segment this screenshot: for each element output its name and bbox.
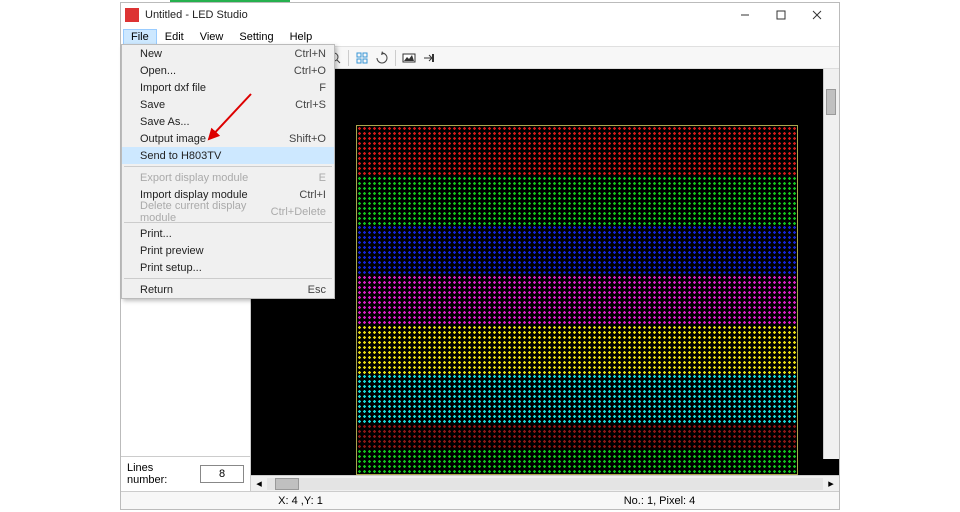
lines-number-box: Lines number: [121,456,250,491]
led-band [357,325,797,350]
maximize-button[interactable] [763,5,799,25]
hscroll-right-arrow[interactable]: ▸ [823,477,839,491]
tool-rotate-icon[interactable] [373,49,391,67]
menu-item-export-display-module: Export display moduleE [122,169,334,186]
led-canvas[interactable] [251,69,839,475]
led-band [357,250,797,275]
menu-item-label: Print... [140,228,326,240]
menu-separator [124,166,332,167]
led-band [357,225,797,250]
menu-item-shortcut: Ctrl+S [295,99,326,111]
led-band [357,151,797,176]
vertical-scrollbar[interactable] [823,69,839,459]
led-band [357,399,797,424]
menu-item-label: Delete current display module [140,200,271,224]
menu-item-label: Open... [140,65,294,77]
menu-separator [124,278,332,279]
menu-item-shortcut: Ctrl+N [295,48,326,60]
menu-item-shortcut: Shift+O [289,133,326,145]
menu-help[interactable]: Help [282,29,321,45]
menu-item-label: Send to H803TV [140,150,326,162]
app-icon [125,8,139,22]
app-window: Untitled - LED Studio File Edit View Set… [120,2,840,510]
toolbar-separator [348,50,349,66]
menu-item-print-setup[interactable]: Print setup... [122,259,334,276]
menu-item-shortcut: Ctrl+Delete [271,206,326,218]
close-button[interactable] [799,5,835,25]
menu-item-label: Return [140,284,308,296]
menu-item-open[interactable]: Open...Ctrl+O [122,62,334,79]
led-band [357,300,797,325]
hscroll-left-arrow[interactable]: ◂ [251,477,267,491]
led-display-area [356,125,798,475]
led-band [357,449,797,474]
menu-item-send-to-h803tv[interactable]: Send to H803TV [122,147,334,164]
menu-item-label: New [140,48,295,60]
menu-item-label: Print preview [140,245,326,257]
led-band [357,126,797,151]
menu-item-print[interactable]: Print... [122,225,334,242]
tool-mountain-icon[interactable] [400,49,418,67]
menu-edit[interactable]: Edit [157,29,192,45]
menu-item-output-image[interactable]: Output imageShift+O [122,130,334,147]
window-title: Untitled - LED Studio [145,9,727,21]
led-band [357,176,797,201]
toolbar-separator [395,50,396,66]
titlebar: Untitled - LED Studio [121,3,839,27]
lines-number-input[interactable] [200,465,244,483]
menu-item-label: Output image [140,133,289,145]
menu-item-shortcut: Ctrl+O [294,65,326,77]
hscroll-thumb[interactable] [275,478,299,490]
canvas-panel: ◂ ▸ [251,69,839,491]
led-band [357,424,797,449]
menu-item-label: Save [140,99,295,111]
menu-item-label: Import dxf file [140,82,319,94]
led-band [357,201,797,226]
led-band [357,275,797,300]
menu-item-return[interactable]: ReturnEsc [122,281,334,298]
menu-item-shortcut: F [319,82,326,94]
menu-item-label: Print setup... [140,262,326,274]
file-menu-dropdown: NewCtrl+NOpen...Ctrl+OImport dxf fileFSa… [121,44,335,299]
menu-item-save[interactable]: SaveCtrl+S [122,96,334,113]
lines-number-label: Lines number: [127,462,194,486]
menu-item-shortcut: Esc [308,284,326,296]
menu-view[interactable]: View [192,29,232,45]
tool-grid-icon[interactable] [353,49,371,67]
menu-item-label: Export display module [140,172,319,184]
menu-item-shortcut: E [319,172,326,184]
menu-file[interactable]: File [123,29,157,45]
menu-setting[interactable]: Setting [231,29,281,45]
vscroll-thumb[interactable] [826,89,836,115]
menu-item-save-as[interactable]: Save As... [122,113,334,130]
led-band [357,350,797,375]
menu-item-new[interactable]: NewCtrl+N [122,45,334,62]
led-band [357,374,797,399]
menu-item-delete-current-display-module: Delete current display moduleCtrl+Delete [122,203,334,220]
hscroll-track[interactable] [267,478,823,490]
status-bar: X: 4 ,Y: 1 No.: 1, Pixel: 4 [121,491,839,509]
minimize-button[interactable] [727,5,763,25]
status-coords: X: 4 ,Y: 1 [121,495,480,507]
menu-item-label: Save As... [140,116,326,128]
menu-item-print-preview[interactable]: Print preview [122,242,334,259]
menu-item-shortcut: Ctrl+I [299,189,326,201]
horizontal-scrollbar[interactable]: ◂ ▸ [251,475,839,491]
tool-send-icon[interactable] [420,49,438,67]
status-pixel: No.: 1, Pixel: 4 [480,495,839,507]
menu-item-import-dxf-file[interactable]: Import dxf fileF [122,79,334,96]
